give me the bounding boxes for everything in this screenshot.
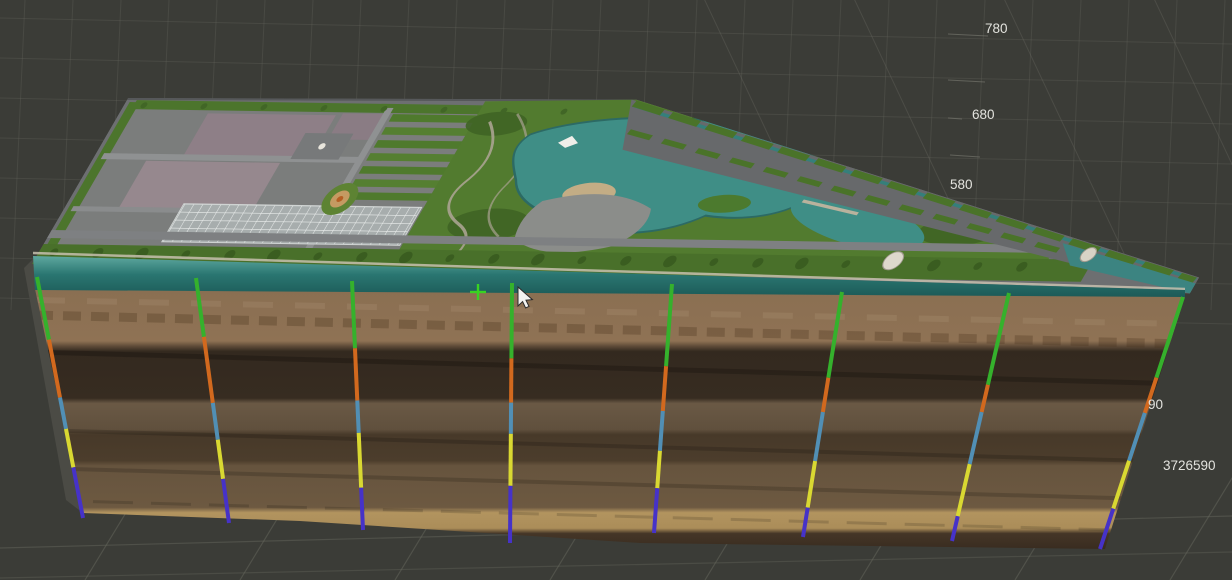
axis-ticks [948,34,988,157]
borehole-segment [357,401,358,433]
borehole-segment [361,488,363,530]
borehole-segment [355,348,357,400]
axis-label: 780 [985,21,1008,36]
axis-label: 3726590 [1163,458,1216,473]
axis-label: 680 [972,107,995,122]
borehole-segment [657,451,660,488]
borehole-line[interactable] [510,283,512,543]
axis-label: 90 [1148,397,1163,412]
axis-label: 580 [950,177,973,192]
strata-front-face [35,289,1185,549]
borehole-segment [511,283,512,358]
borehole-segment [359,433,361,488]
viewport-3d[interactable]: 780 680 580 90 3726590 [0,0,1232,580]
scene-canvas[interactable]: 780 680 580 90 3726590 [0,0,1232,580]
